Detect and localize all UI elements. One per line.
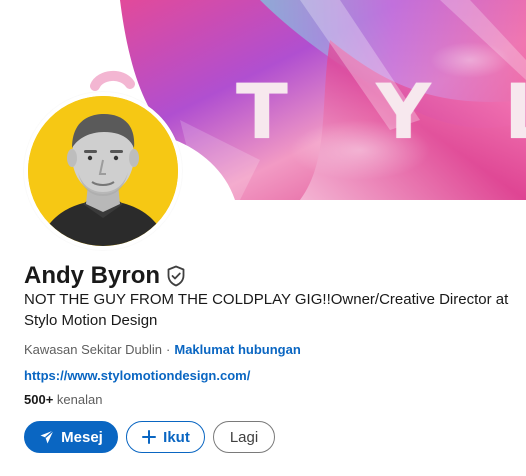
plus-icon (141, 429, 157, 445)
profile-card: T Y L (0, 0, 526, 476)
avatar[interactable] (24, 92, 182, 250)
verified-shield-icon[interactable] (166, 265, 186, 287)
banner-letter: Y (376, 67, 432, 156)
profile-actions: Mesej Ikut Lagi (24, 421, 275, 453)
location-text: Kawasan Sekitar Dublin (24, 342, 163, 357)
more-button[interactable]: Lagi (213, 421, 275, 453)
location-row: Kawasan Sekitar Dublin · Maklumat hubungan (24, 341, 301, 359)
follow-button-label: Ikut (163, 428, 190, 446)
follow-button[interactable]: Ikut (126, 421, 205, 453)
profile-photo (28, 96, 178, 246)
more-button-label: Lagi (229, 428, 259, 446)
connections-label: kenalan (56, 392, 103, 407)
banner-letter: L (504, 74, 526, 150)
send-icon (39, 429, 55, 445)
message-button-label: Mesej (61, 428, 103, 446)
website-link[interactable]: https://www.stylomotiondesign.com/ (24, 367, 250, 385)
profile-name: Andy Byron (24, 262, 161, 289)
message-button[interactable]: Mesej (24, 421, 118, 453)
name-row: Andy Byron (24, 262, 186, 290)
contact-info-link[interactable]: Maklumat hubungan (174, 342, 300, 357)
profile-headline: NOT THE GUY FROM THE COLDPLAY GIG!!Owner… (24, 291, 509, 329)
banner-letter: T (236, 67, 288, 156)
separator-dot: · (166, 342, 171, 357)
connections-number: 500+ (24, 392, 54, 407)
connections-count[interactable]: 500+ kenalan (24, 391, 102, 409)
